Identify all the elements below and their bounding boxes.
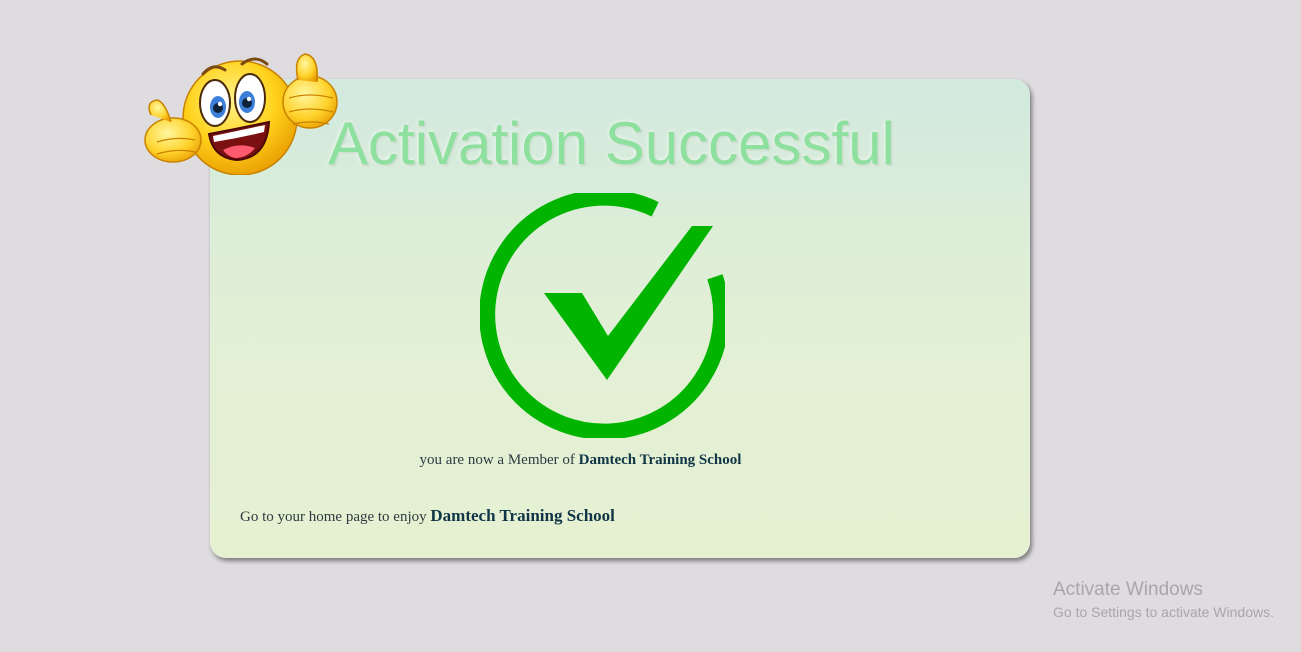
- home-page-message: Go to your home page to enjoy Damtech Tr…: [240, 506, 615, 526]
- windows-activation-watermark: Activate Windows Go to Settings to activ…: [1053, 578, 1274, 622]
- page-title: Activation Successful: [328, 110, 895, 177]
- home-school-name: Damtech Training School: [430, 506, 615, 525]
- watermark-title: Activate Windows: [1053, 579, 1203, 600]
- home-page-prefix: Go to your home page to enjoy: [240, 509, 427, 525]
- watermark-subtitle: Go to Settings to activate Windows.: [1053, 604, 1274, 620]
- membership-message: you are now a Member of Damtech Training…: [210, 452, 951, 469]
- school-name: Damtech Training School: [578, 452, 742, 468]
- check-circle-icon: [480, 193, 725, 438]
- thumbs-up-emoji-icon: [144, 53, 338, 175]
- membership-prefix: you are now a Member of: [419, 452, 575, 468]
